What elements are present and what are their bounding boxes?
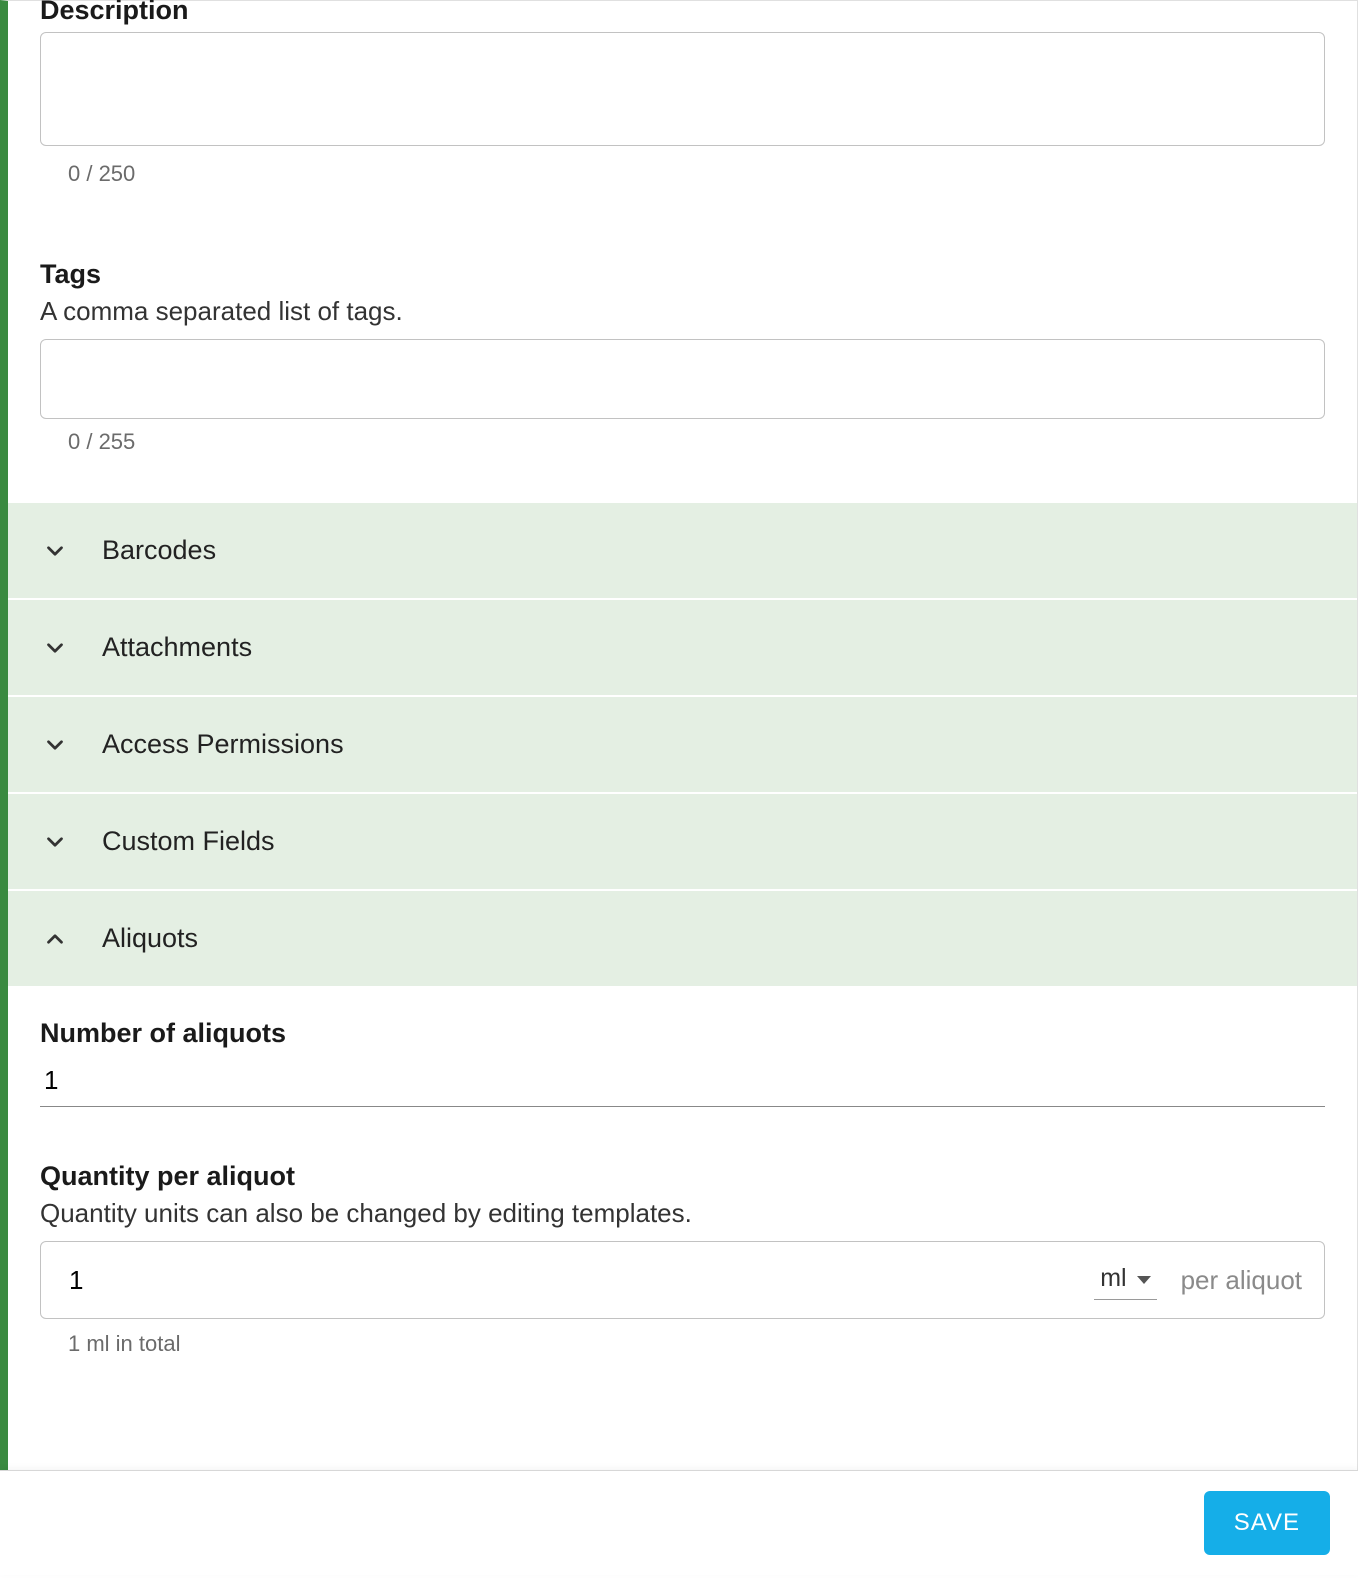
accordion-custom-fields[interactable]: Custom Fields	[8, 794, 1357, 891]
accordion-title: Aliquots	[102, 923, 198, 954]
tags-input[interactable]	[40, 339, 1325, 419]
accordion-title: Custom Fields	[102, 826, 275, 857]
chevron-down-icon	[42, 538, 68, 564]
accordion-attachments[interactable]: Attachments	[8, 600, 1357, 697]
chevron-down-icon	[42, 635, 68, 661]
chevron-down-icon	[42, 732, 68, 758]
accordion-aliquots[interactable]: Aliquots	[8, 891, 1357, 988]
footer: SAVE	[0, 1470, 1358, 1575]
chevron-down-icon	[42, 829, 68, 855]
num-aliquots-input[interactable]	[40, 1055, 1325, 1107]
qty-per-aliquot-row: ml per aliquot	[40, 1241, 1325, 1319]
accordion-access-permissions[interactable]: Access Permissions	[8, 697, 1357, 794]
per-aliquot-label: per aliquot	[1181, 1265, 1302, 1296]
accordion-title: Access Permissions	[102, 729, 344, 760]
save-button[interactable]: SAVE	[1204, 1491, 1330, 1555]
description-counter: 0 / 250	[40, 161, 1325, 187]
unit-select[interactable]: ml	[1094, 1260, 1156, 1300]
total-text: 1 ml in total	[40, 1331, 1325, 1357]
tags-label: Tags	[40, 259, 1325, 290]
qty-per-aliquot-input[interactable]	[63, 1255, 1080, 1306]
description-label: Description	[40, 0, 1325, 26]
chevron-up-icon	[42, 926, 68, 952]
tags-counter: 0 / 255	[40, 429, 1325, 455]
num-aliquots-label: Number of aliquots	[40, 1018, 1325, 1049]
unit-label: ml	[1100, 1264, 1126, 1293]
accordion-title: Barcodes	[102, 535, 216, 566]
qty-per-aliquot-desc: Quantity units can also be changed by ed…	[40, 1198, 1325, 1229]
qty-per-aliquot-label: Quantity per aliquot	[40, 1161, 1325, 1192]
caret-down-icon	[1137, 1276, 1151, 1284]
tags-description: A comma separated list of tags.	[40, 296, 1325, 327]
description-input[interactable]	[40, 32, 1325, 146]
accordion-barcodes[interactable]: Barcodes	[8, 501, 1357, 600]
accordion-title: Attachments	[102, 632, 252, 663]
